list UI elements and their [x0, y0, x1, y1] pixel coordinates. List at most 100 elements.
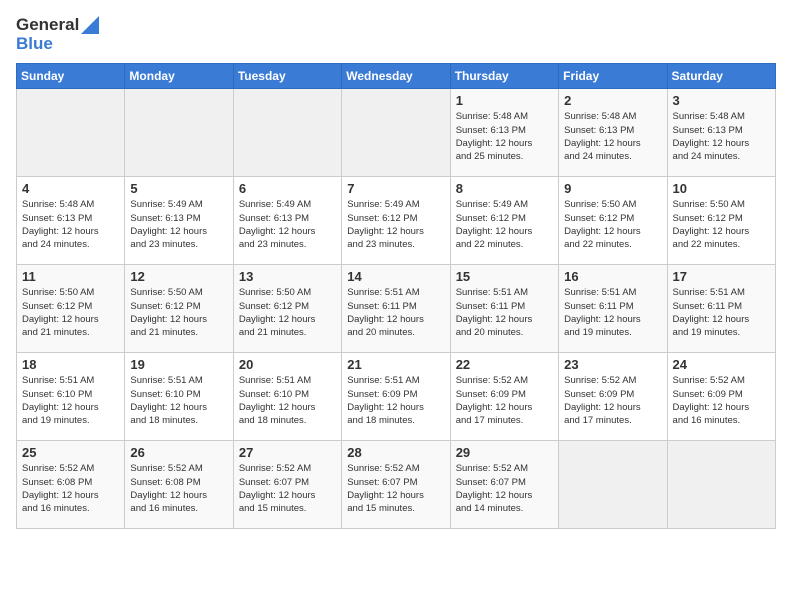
calendar-cell [125, 89, 233, 177]
day-number: 16 [564, 269, 661, 284]
day-number: 28 [347, 445, 444, 460]
day-info: Sunrise: 5:52 AMSunset: 6:07 PMDaylight:… [456, 462, 553, 515]
calendar-cell: 16 Sunrise: 5:51 AMSunset: 6:11 PMDayligh… [559, 265, 667, 353]
day-number: 6 [239, 181, 336, 196]
calendar-cell [667, 441, 775, 529]
calendar-body: 1 Sunrise: 5:48 AMSunset: 6:13 PMDaylight… [17, 89, 776, 529]
day-number: 4 [22, 181, 119, 196]
logo-blue: Blue [16, 35, 53, 54]
day-number: 21 [347, 357, 444, 372]
calendar-cell: 1Sunrise: 5:48 AMSunset: 6:13 PMDaylight… [450, 89, 558, 177]
day-number: 8 [456, 181, 553, 196]
day-info: Sunrise: 5:51 AMSunset: 6:09 PMDaylight:… [347, 374, 444, 427]
day-of-week-header: Sunday [17, 64, 125, 89]
calendar-cell: 12Sunrise: 5:50 AMSunset: 6:12 PMDayligh… [125, 265, 233, 353]
calendar-cell: 13Sunrise: 5:50 AMSunset: 6:12 PMDayligh… [233, 265, 341, 353]
day-info: Sunrise: 5:51 AMSunset: 6:11 PMDaylight:… [456, 286, 553, 339]
day-number: 9 [564, 181, 661, 196]
calendar-cell: 23 Sunrise: 5:52 AMSunset: 6:09 PMDayligh… [559, 353, 667, 441]
day-of-week-header: Saturday [667, 64, 775, 89]
day-info: Sunrise: 5:50 AMSunset: 6:12 PMDaylight:… [22, 286, 119, 339]
day-number: 19 [130, 357, 227, 372]
calendar-cell: 21 Sunrise: 5:51 AMSunset: 6:09 PMDayligh… [342, 353, 450, 441]
calendar-cell: 17 Sunrise: 5:51 AMSunset: 6:11 PMDayligh… [667, 265, 775, 353]
day-info: Sunrise: 5:49 AMSunset: 6:12 PMDaylight:… [456, 198, 553, 251]
calendar-cell: 7 Sunrise: 5:49 AMSunset: 6:12 PMDaylight… [342, 177, 450, 265]
day-number: 7 [347, 181, 444, 196]
day-info: Sunrise: 5:50 AMSunset: 6:12 PMDaylight:… [564, 198, 661, 251]
day-number: 17 [673, 269, 770, 284]
calendar-cell: 22 Sunrise: 5:52 AMSunset: 6:09 PMDayligh… [450, 353, 558, 441]
calendar-cell: 27 Sunrise: 5:52 AMSunset: 6:07 PMDayligh… [233, 441, 341, 529]
day-of-week-header: Wednesday [342, 64, 450, 89]
day-number: 14 [347, 269, 444, 284]
calendar-cell: 8 Sunrise: 5:49 AMSunset: 6:12 PMDaylight… [450, 177, 558, 265]
calendar-cell: 25Sunrise: 5:52 AMSunset: 6:08 PMDayligh… [17, 441, 125, 529]
day-info: Sunrise: 5:48 AMSunset: 6:13 PMDaylight:… [673, 110, 770, 163]
page-header: General Blue [16, 16, 776, 53]
day-number: 3 [673, 93, 770, 108]
day-number: 18 [22, 357, 119, 372]
calendar-cell: 2 Sunrise: 5:48 AMSunset: 6:13 PMDaylight… [559, 89, 667, 177]
calendar-cell: 29 Sunrise: 5:52 AMSunset: 6:07 PMDayligh… [450, 441, 558, 529]
day-number: 13 [239, 269, 336, 284]
day-info: Sunrise: 5:50 AMSunset: 6:12 PMDaylight:… [673, 198, 770, 251]
day-info: Sunrise: 5:52 AMSunset: 6:09 PMDaylight:… [673, 374, 770, 427]
day-number: 24 [673, 357, 770, 372]
calendar-cell: 6 Sunrise: 5:49 AMSunset: 6:13 PMDaylight… [233, 177, 341, 265]
calendar-week-row: 25Sunrise: 5:52 AMSunset: 6:08 PMDayligh… [17, 441, 776, 529]
day-info: Sunrise: 5:51 AMSunset: 6:11 PMDaylight:… [564, 286, 661, 339]
logo: General Blue [16, 16, 99, 53]
calendar-cell: 3 Sunrise: 5:48 AMSunset: 6:13 PMDaylight… [667, 89, 775, 177]
day-number: 29 [456, 445, 553, 460]
logo-general: General [16, 16, 79, 35]
day-of-week-header: Thursday [450, 64, 558, 89]
calendar-cell: 19 Sunrise: 5:51 AMSunset: 6:10 PMDayligh… [125, 353, 233, 441]
day-info: Sunrise: 5:51 AMSunset: 6:11 PMDaylight:… [673, 286, 770, 339]
calendar-cell: 20 Sunrise: 5:51 AMSunset: 6:10 PMDayligh… [233, 353, 341, 441]
day-info: Sunrise: 5:52 AMSunset: 6:08 PMDaylight:… [130, 462, 227, 515]
day-number: 20 [239, 357, 336, 372]
calendar-cell [342, 89, 450, 177]
calendar-cell: 5Sunrise: 5:49 AMSunset: 6:13 PMDaylight… [125, 177, 233, 265]
day-info: Sunrise: 5:51 AMSunset: 6:10 PMDaylight:… [130, 374, 227, 427]
day-info: Sunrise: 5:52 AMSunset: 6:07 PMDaylight:… [239, 462, 336, 515]
day-of-week-header: Tuesday [233, 64, 341, 89]
calendar-cell: 9 Sunrise: 5:50 AMSunset: 6:12 PMDaylight… [559, 177, 667, 265]
day-number: 10 [673, 181, 770, 196]
calendar-cell: 4Sunrise: 5:48 AMSunset: 6:13 PMDaylight… [17, 177, 125, 265]
day-info: Sunrise: 5:51 AMSunset: 6:10 PMDaylight:… [239, 374, 336, 427]
day-info: Sunrise: 5:52 AMSunset: 6:09 PMDaylight:… [564, 374, 661, 427]
day-number: 1 [456, 93, 553, 108]
calendar-cell [233, 89, 341, 177]
calendar-cell [17, 89, 125, 177]
calendar-header-row: SundayMondayTuesdayWednesdayThursdayFrid… [17, 64, 776, 89]
day-number: 22 [456, 357, 553, 372]
day-number: 2 [564, 93, 661, 108]
day-info: Sunrise: 5:48 AMSunset: 6:13 PMDaylight:… [564, 110, 661, 163]
calendar-cell: 18 Sunrise: 5:51 AMSunset: 6:10 PMDayligh… [17, 353, 125, 441]
day-info: Sunrise: 5:51 AMSunset: 6:10 PMDaylight:… [22, 374, 119, 427]
calendar-week-row: 18 Sunrise: 5:51 AMSunset: 6:10 PMDayligh… [17, 353, 776, 441]
day-number: 15 [456, 269, 553, 284]
day-info: Sunrise: 5:52 AMSunset: 6:07 PMDaylight:… [347, 462, 444, 515]
day-info: Sunrise: 5:49 AMSunset: 6:13 PMDaylight:… [130, 198, 227, 251]
day-number: 27 [239, 445, 336, 460]
day-info: Sunrise: 5:49 AMSunset: 6:13 PMDaylight:… [239, 198, 336, 251]
calendar-cell: 24 Sunrise: 5:52 AMSunset: 6:09 PMDayligh… [667, 353, 775, 441]
day-info: Sunrise: 5:51 AMSunset: 6:11 PMDaylight:… [347, 286, 444, 339]
day-number: 26 [130, 445, 227, 460]
day-number: 11 [22, 269, 119, 284]
calendar-cell: 11 Sunrise: 5:50 AMSunset: 6:12 PMDayligh… [17, 265, 125, 353]
calendar-cell: 26 Sunrise: 5:52 AMSunset: 6:08 PMDayligh… [125, 441, 233, 529]
calendar-cell [559, 441, 667, 529]
calendar-cell: 10 Sunrise: 5:50 AMSunset: 6:12 PMDayligh… [667, 177, 775, 265]
calendar-cell: 14 Sunrise: 5:51 AMSunset: 6:11 PMDayligh… [342, 265, 450, 353]
day-info: Sunrise: 5:50 AMSunset: 6:12 PMDaylight:… [130, 286, 227, 339]
logo-triangle-icon [81, 16, 99, 34]
calendar-week-row: 4Sunrise: 5:48 AMSunset: 6:13 PMDaylight… [17, 177, 776, 265]
day-info: Sunrise: 5:52 AMSunset: 6:09 PMDaylight:… [456, 374, 553, 427]
day-number: 23 [564, 357, 661, 372]
calendar-cell: 15 Sunrise: 5:51 AMSunset: 6:11 PMDayligh… [450, 265, 558, 353]
day-info: Sunrise: 5:49 AMSunset: 6:12 PMDaylight:… [347, 198, 444, 251]
